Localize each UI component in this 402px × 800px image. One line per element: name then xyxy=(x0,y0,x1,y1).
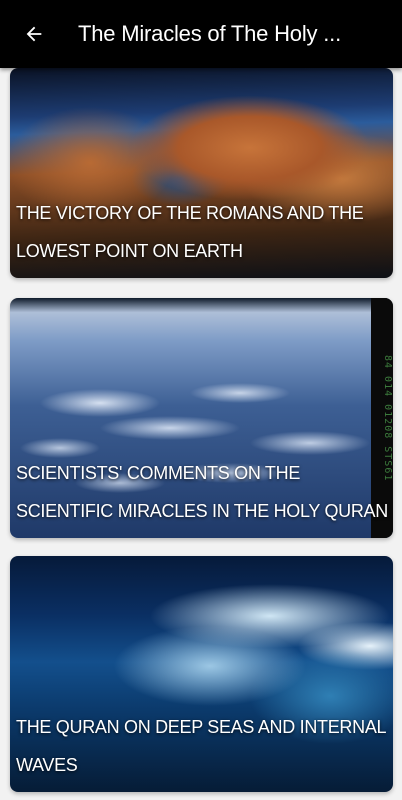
page-title: The Miracles of The Holy ... xyxy=(78,21,341,46)
article-title: SCIENTISTS' COMMENTS ON THE SCIENTIFIC M… xyxy=(16,463,388,521)
article-card[interactable]: THE QURAN ON DEEP SEAS AND INTERNAL WAVE… xyxy=(10,556,393,792)
article-card[interactable]: 84 014 01208 STS61 SCIENTISTS' COMMENTS … xyxy=(10,298,393,538)
arrow-left-icon xyxy=(26,26,42,42)
app-bar: The Miracles of The Holy ... xyxy=(0,0,402,68)
article-title: THE VICTORY OF THE ROMANS AND THE LOWEST… xyxy=(16,203,364,261)
back-button[interactable] xyxy=(16,16,52,52)
article-title: THE QURAN ON DEEP SEAS AND INTERNAL WAVE… xyxy=(16,717,386,775)
article-card[interactable]: THE VICTORY OF THE ROMANS AND THE LOWEST… xyxy=(10,68,393,278)
